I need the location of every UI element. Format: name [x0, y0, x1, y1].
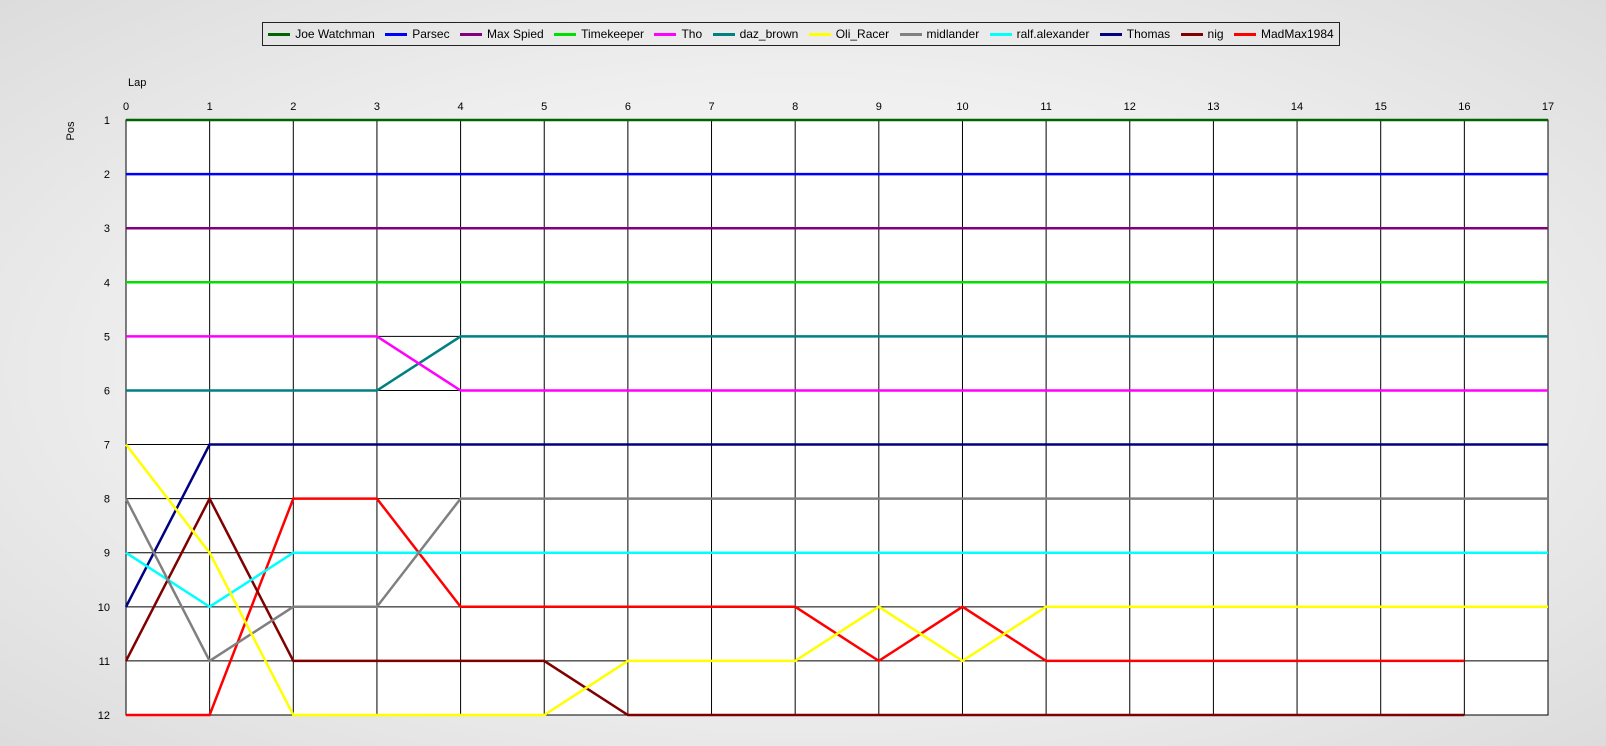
x-tick-label: 1 — [207, 101, 213, 113]
x-tick-label: 17 — [1542, 101, 1554, 113]
y-tick-label: 11 — [99, 656, 110, 668]
y-tick-label: 2 — [104, 169, 110, 181]
x-tick-label: 2 — [290, 101, 296, 113]
y-tick-label: 5 — [104, 331, 110, 343]
x-tick-label: 4 — [458, 101, 464, 113]
y-tick-label: 8 — [104, 494, 110, 506]
y-tick-label: 7 — [104, 440, 110, 452]
x-tick-label: 3 — [374, 101, 380, 113]
y-tick-label: 12 — [98, 710, 110, 722]
x-tick-label: 5 — [541, 101, 547, 113]
x-tick-label: 0 — [123, 101, 129, 113]
x-tick-label: 6 — [625, 101, 631, 113]
x-tick-label: 15 — [1375, 101, 1387, 113]
x-tick-label: 8 — [792, 101, 798, 113]
x-tick-label: 16 — [1458, 101, 1470, 113]
x-tick-label: 10 — [956, 101, 968, 113]
y-tick-label: 4 — [104, 277, 110, 289]
y-tick-label: 3 — [104, 223, 110, 235]
x-tick-label: 13 — [1207, 101, 1219, 113]
y-axis-title: Pos — [65, 121, 77, 140]
x-tick-label: 12 — [1124, 101, 1136, 113]
y-tick-label: 9 — [104, 548, 110, 560]
position-chart: 0 1 2 3 4 5 6 7 8 9 10 11 12 13 14 15 16 1712345678910111… — [65, 77, 1554, 722]
x-tick-label: 11 — [1040, 101, 1051, 113]
x-tick-label: 9 — [876, 101, 882, 113]
x-axis-title: Lap — [128, 77, 146, 89]
x-tick-label: 7 — [708, 101, 714, 113]
y-tick-label: 6 — [104, 385, 110, 397]
y-tick-label: 10 — [98, 602, 110, 614]
y-tick-label: 1 — [104, 115, 110, 127]
x-tick-label: 14 — [1291, 101, 1303, 113]
plot-area — [125, 119, 1549, 716]
